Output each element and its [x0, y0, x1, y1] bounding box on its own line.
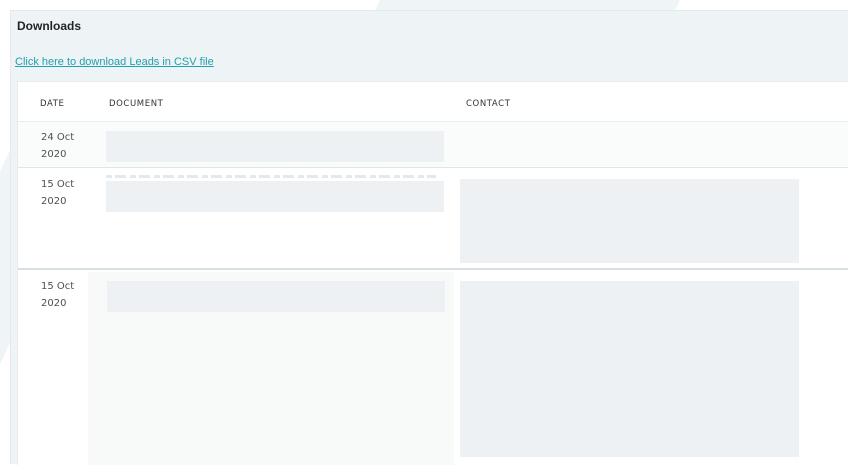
date-day-month: 24 Oct	[41, 132, 75, 143]
redacted-document	[107, 281, 445, 312]
table-row[interactable]: 15 Oct 2020	[18, 169, 848, 270]
date-day-month: 15 Oct	[41, 179, 75, 190]
date-year: 2020	[41, 196, 67, 207]
downloads-title: Downloads	[17, 19, 82, 33]
column-header-document[interactable]: DOCUMENT	[109, 99, 163, 109]
redacted-contact	[460, 281, 799, 457]
date-day-month: 15 Oct	[41, 281, 75, 292]
downloads-panel: Downloads Click here to download Leads i…	[10, 10, 848, 465]
date-cell: 15 Oct 2020	[41, 278, 91, 312]
date-year: 2020	[41, 149, 67, 160]
downloads-table: DATE DOCUMENT CONTACT 24 Oct 2020 15 Oct…	[17, 81, 848, 465]
obscured-text	[106, 175, 436, 178]
redacted-contact	[460, 179, 799, 263]
table-row[interactable]: 24 Oct 2020	[18, 122, 848, 168]
date-cell: 15 Oct 2020	[41, 176, 91, 210]
column-header-date[interactable]: DATE	[40, 99, 65, 109]
table-header: DATE DOCUMENT CONTACT	[18, 82, 848, 122]
column-header-contact[interactable]: CONTACT	[466, 99, 511, 109]
date-year: 2020	[41, 298, 67, 309]
redacted-document	[106, 181, 444, 212]
table-row[interactable]: 15 Oct 2020	[18, 272, 848, 465]
redacted-document	[106, 131, 444, 162]
date-cell: 24 Oct 2020	[41, 129, 91, 163]
download-csv-link[interactable]: Click here to download Leads in CSV file	[15, 56, 214, 68]
